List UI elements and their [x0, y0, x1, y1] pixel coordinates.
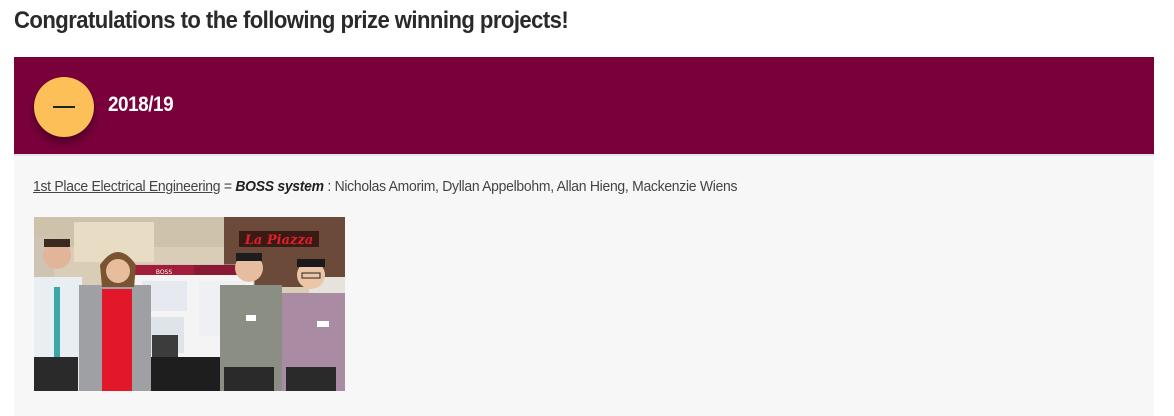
- accordion-toggle-button[interactable]: [34, 77, 94, 137]
- prize-link[interactable]: 1st Place Electrical Engineering: [33, 178, 221, 195]
- minus-icon: [53, 106, 75, 108]
- page: Congratulations to the following prize w…: [0, 0, 1174, 416]
- team-separator: :: [323, 178, 335, 195]
- team-members: Nicholas Amorim, Dyllan Appelbohm, Allan…: [334, 178, 738, 195]
- prize-accordion: 2018/19 1st Place Electrical Engineering…: [14, 57, 1154, 416]
- prize-entry: 1st Place Electrical Engineering = BOSS …: [33, 178, 738, 195]
- accordion-year-label: 2018/19: [108, 93, 174, 116]
- page-heading: Congratulations to the following prize w…: [14, 7, 569, 34]
- entry-separator: =: [220, 178, 236, 195]
- accordion-header-2018-19[interactable]: 2018/19: [14, 57, 1154, 154]
- project-name: BOSS system: [235, 178, 324, 195]
- team-photo: La Piazza BOSS: [34, 217, 345, 391]
- photo-poster-title: BOSS: [156, 269, 173, 276]
- accordion-panel: 1st Place Electrical Engineering = BOSS …: [14, 154, 1154, 416]
- photo-sign-text: La Piazza: [244, 233, 313, 248]
